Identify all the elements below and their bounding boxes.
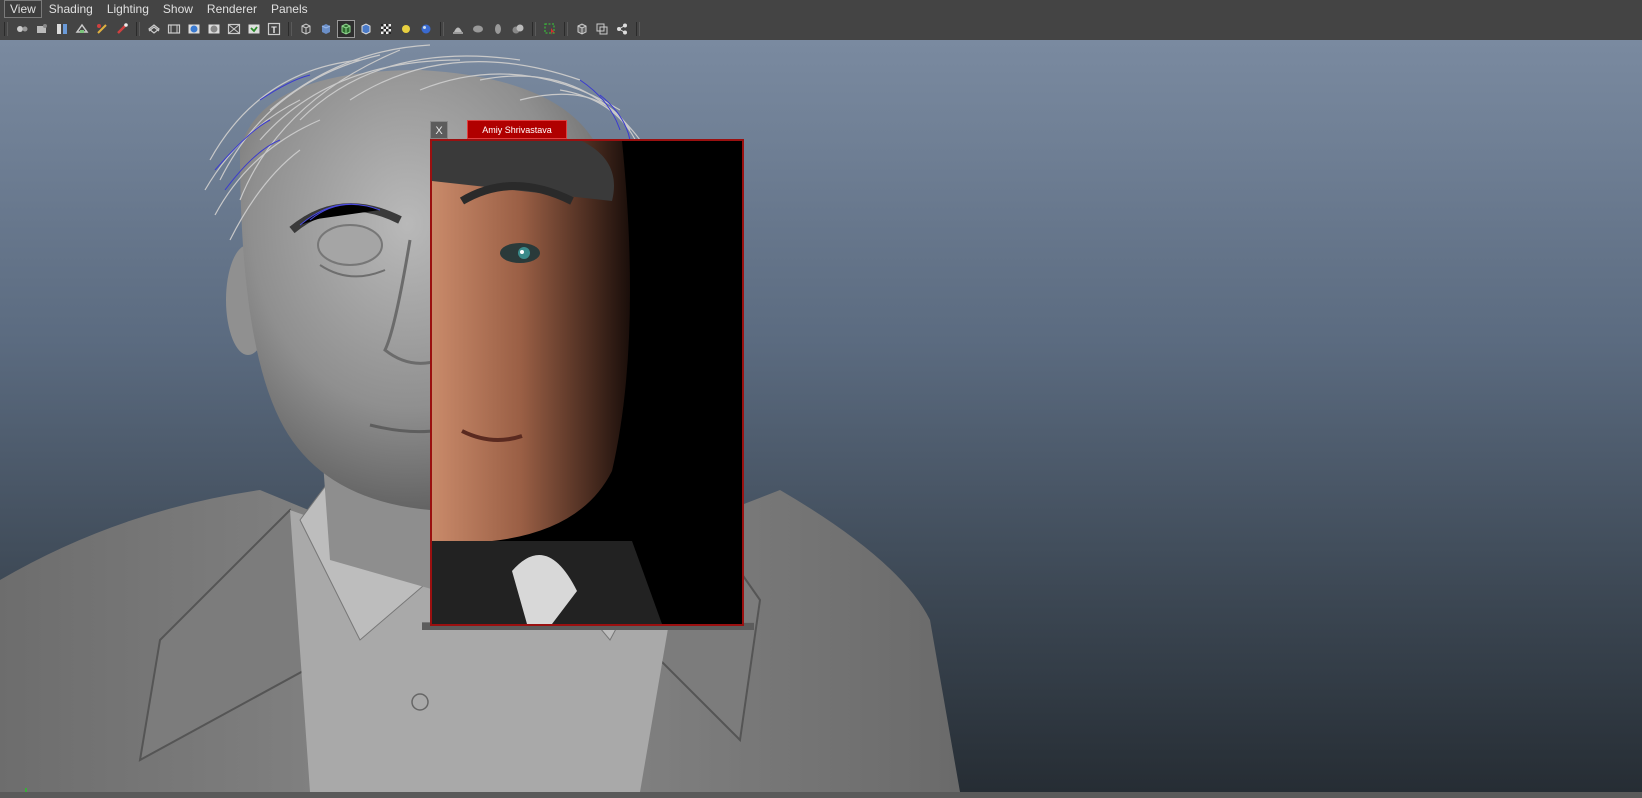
resolution-gate-icon[interactable] — [166, 21, 182, 37]
ambient-occlusion-icon[interactable] — [450, 21, 466, 37]
wireframe-icon[interactable] — [298, 21, 314, 37]
render-image — [432, 141, 742, 624]
menu-lighting[interactable]: Lighting — [100, 1, 156, 17]
toolbar-separator — [564, 22, 568, 36]
motion-blur-icon[interactable] — [470, 21, 486, 37]
toolbar-separator — [288, 22, 292, 36]
render-view-window — [430, 139, 744, 626]
xray-active-icon[interactable] — [594, 21, 610, 37]
menu-shading[interactable]: Shading — [42, 1, 100, 17]
multisample-icon[interactable] — [490, 21, 506, 37]
wireframe-on-shaded-icon[interactable] — [337, 20, 355, 38]
text-icon[interactable]: T — [266, 21, 282, 37]
toolbar-separator — [532, 22, 536, 36]
camera-attributes-icon[interactable] — [14, 21, 30, 37]
isolate-select-icon[interactable] — [542, 21, 558, 37]
image-plane-icon[interactable] — [54, 21, 70, 37]
textured-icon[interactable] — [378, 21, 394, 37]
film-gate-icon[interactable] — [146, 21, 162, 37]
panel-toolbar: T — [0, 18, 1642, 41]
menu-show[interactable]: Show — [156, 1, 200, 17]
svg-text:T: T — [271, 25, 277, 35]
render-title-tab[interactable]: Amiy Shrivastava — [467, 120, 567, 139]
head-model — [0, 44, 960, 792]
default-material-icon[interactable] — [358, 21, 374, 37]
xray-icon[interactable] — [574, 21, 590, 37]
grid-snap-icon[interactable] — [114, 21, 130, 37]
field-chart-icon[interactable] — [206, 21, 222, 37]
grease-pencil-icon[interactable] — [94, 21, 110, 37]
smooth-shade-icon[interactable] — [318, 21, 334, 37]
shadows-icon[interactable] — [418, 21, 434, 37]
safe-action-icon[interactable] — [226, 21, 242, 37]
safe-title-icon[interactable] — [246, 21, 262, 37]
menu-panels[interactable]: Panels — [264, 1, 315, 17]
panel-bottom-strip — [0, 792, 1642, 798]
bookmark-icon[interactable] — [34, 21, 50, 37]
lighting-icon[interactable] — [398, 21, 414, 37]
2d-pan-zoom-icon[interactable] — [74, 21, 90, 37]
menu-renderer[interactable]: Renderer — [200, 1, 264, 17]
gate-mask-icon[interactable] — [186, 21, 202, 37]
menu-view[interactable]: View — [4, 0, 42, 18]
toolbar-separator — [636, 22, 640, 36]
toolbar-separator — [136, 22, 140, 36]
axis-gizmo-icon — [18, 782, 48, 792]
3d-viewport[interactable]: camera1 — [0, 40, 1642, 792]
toolbar-separator — [4, 22, 8, 36]
panel-menubar: View Shading Lighting Show Renderer Pane… — [0, 0, 1642, 18]
close-button[interactable]: X — [430, 121, 448, 139]
depth-of-field-icon[interactable] — [510, 21, 526, 37]
xray-joints-icon[interactable] — [614, 21, 630, 37]
toolbar-separator — [440, 22, 444, 36]
